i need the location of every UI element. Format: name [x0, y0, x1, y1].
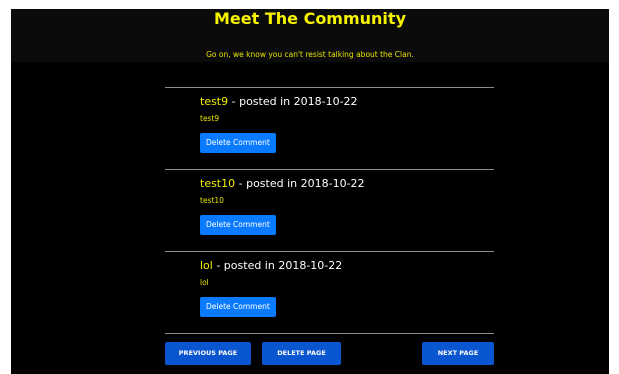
comment-author: test9: [200, 95, 229, 108]
comment-date: - posted in 2018-10-22: [235, 177, 365, 190]
page-subtitle: Go on, we know you can't resist talking …: [206, 50, 414, 59]
divider: [165, 169, 494, 170]
comment-heading: lol - posted in 2018-10-22: [200, 259, 500, 273]
divider: [165, 251, 494, 252]
previous-page-button[interactable]: PREVIOUS PAGE: [165, 342, 251, 365]
comment-author: lol: [200, 259, 213, 272]
page-title: Meet The Community: [214, 9, 406, 28]
divider: [165, 87, 494, 88]
page-header: Meet The Community Go on, we know you ca…: [11, 9, 609, 62]
next-page-button[interactable]: NEXT PAGE: [422, 342, 494, 365]
delete-comment-button[interactable]: Delete Comment: [200, 133, 276, 153]
comment-date: - posted in 2018-10-22: [228, 95, 358, 108]
divider: [165, 333, 494, 334]
comment-item: test10 - posted in 2018-10-22 test10 Del…: [200, 177, 500, 235]
page-frame: Meet The Community Go on, we know you ca…: [11, 9, 609, 374]
comment-body: test9: [200, 114, 220, 123]
delete-comment-button[interactable]: Delete Comment: [200, 215, 276, 235]
comment-heading: test10 - posted in 2018-10-22: [200, 177, 500, 191]
comment-item: lol - posted in 2018-10-22 lol Delete Co…: [200, 259, 500, 317]
comment-body: test10: [200, 196, 224, 205]
delete-page-button[interactable]: DELETE PAGE: [262, 342, 341, 365]
comment-date: - posted in 2018-10-22: [212, 259, 343, 272]
comment-body: lol: [200, 278, 209, 287]
comment-author: test10: [200, 177, 236, 190]
comment-item: test9 - posted in 2018-10-22 test9 Delet…: [200, 95, 500, 153]
delete-comment-button[interactable]: Delete Comment: [200, 297, 276, 317]
comment-heading: test9 - posted in 2018-10-22: [200, 95, 500, 109]
